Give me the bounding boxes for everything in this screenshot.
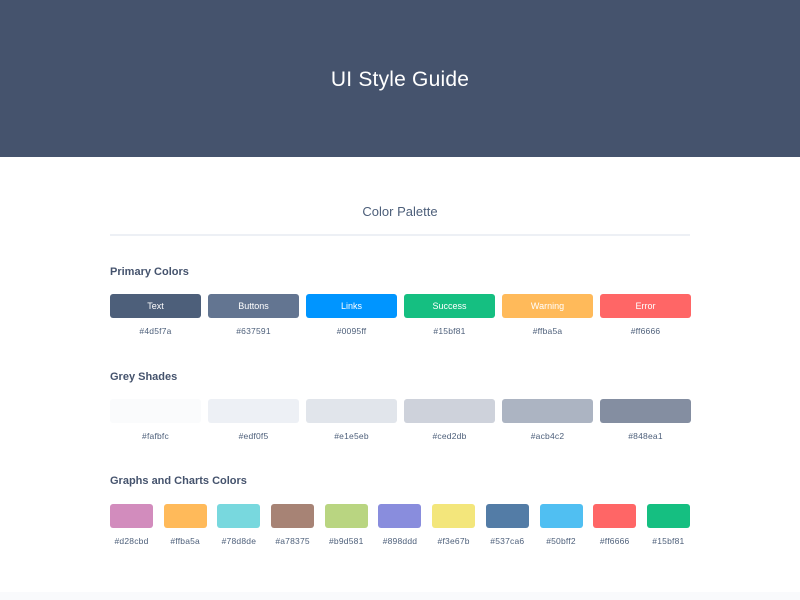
swatch-item: #848ea1 xyxy=(600,399,691,441)
swatch-item: #ff6666 xyxy=(593,504,637,546)
swatch-item: #d28cbd xyxy=(110,504,153,546)
swatch-hex: #ffba5a xyxy=(532,326,563,336)
swatch-item: #78d8de xyxy=(217,504,261,546)
swatch-hex: #edf0f5 xyxy=(238,431,269,441)
section-heading-color-palette: Color Palette xyxy=(362,204,438,219)
swatch-item: #a78375 xyxy=(271,504,315,546)
swatch-item: #15bf81 xyxy=(646,504,690,546)
swatch-item: Error #ff6666 xyxy=(600,294,691,336)
swatch-item: Text #4d5f7a xyxy=(110,294,201,336)
swatch-hex: #f3e67b xyxy=(437,536,470,546)
swatch-hex: #e1e5eb xyxy=(334,431,369,441)
swatch-hex: #898ddd xyxy=(382,536,418,546)
swatch-chart xyxy=(271,504,315,528)
swatch-chart xyxy=(539,504,583,528)
swatch-item: #50bff2 xyxy=(539,504,583,546)
swatch-item: #ffba5a xyxy=(163,504,207,546)
swatch-item: #898ddd xyxy=(378,504,422,546)
swatch-grey xyxy=(110,399,201,423)
swatch-chart xyxy=(485,504,529,528)
swatch-hex: #15bf81 xyxy=(652,536,685,546)
group-title-charts: Graphs and Charts Colors xyxy=(110,475,247,487)
swatch-item: Links #0095ff xyxy=(306,294,397,336)
group-title-primary: Primary Colors xyxy=(110,266,189,278)
swatch-item: #fafbfc xyxy=(110,399,201,441)
swatch-grey xyxy=(600,399,691,423)
swatch-hex: #4d5f7a xyxy=(139,326,172,336)
divider xyxy=(110,234,690,236)
charts-swatch-row: #d28cbd #ffba5a #78d8de #a78375 #b9d581 … xyxy=(110,504,690,546)
swatch-chart xyxy=(593,504,637,528)
swatch-hex: #a78375 xyxy=(275,536,310,546)
swatch-chart xyxy=(378,504,422,528)
swatch-hex: #848ea1 xyxy=(628,431,663,441)
swatch-item: Warning #ffba5a xyxy=(502,294,593,336)
swatch-item: #ced2db xyxy=(404,399,495,441)
swatch-hex: #b9d581 xyxy=(329,536,364,546)
primary-swatch-row: Text #4d5f7a Buttons #637591 Links #0095… xyxy=(110,294,691,336)
swatch-hex: #15bf81 xyxy=(433,326,466,336)
swatch-hex: #537ca6 xyxy=(490,536,525,546)
swatch-hex: #0095ff xyxy=(336,326,367,336)
swatch-item: #acb4c2 xyxy=(502,399,593,441)
swatch-item: #e1e5eb xyxy=(306,399,397,441)
swatch-warning: Warning xyxy=(502,294,593,318)
swatch-chart xyxy=(217,504,261,528)
swatch-links: Links xyxy=(306,294,397,318)
grey-swatch-row: #fafbfc #edf0f5 #e1e5eb #ced2db #acb4c2 … xyxy=(110,399,691,441)
page-title: UI Style Guide xyxy=(330,68,470,91)
swatch-chart xyxy=(163,504,207,528)
swatch-hex: #ced2db xyxy=(432,431,467,441)
swatch-hex: #ff6666 xyxy=(630,326,661,336)
swatch-item: #b9d581 xyxy=(324,504,368,546)
swatch-hex: #d28cbd xyxy=(114,536,149,546)
swatch-hex: #50bff2 xyxy=(546,536,576,546)
swatch-hex: #ffba5a xyxy=(170,536,200,546)
swatch-chart xyxy=(324,504,368,528)
swatch-grey xyxy=(208,399,299,423)
hero-banner: UI Style Guide xyxy=(0,0,800,157)
swatch-hex: #637591 xyxy=(236,326,271,336)
swatch-item: #537ca6 xyxy=(485,504,529,546)
swatch-chart xyxy=(110,504,153,528)
swatch-hex: #fafbfc xyxy=(142,431,169,441)
bottom-strip xyxy=(0,592,800,600)
group-title-grey: Grey Shades xyxy=(110,371,178,383)
swatch-chart xyxy=(432,504,476,528)
swatch-hex: #acb4c2 xyxy=(530,431,565,441)
swatch-hex: #78d8de xyxy=(221,536,257,546)
swatch-grey xyxy=(404,399,495,423)
swatch-grey xyxy=(502,399,593,423)
swatch-buttons: Buttons xyxy=(208,294,299,318)
swatch-item: Buttons #637591 xyxy=(208,294,299,336)
swatch-text: Text xyxy=(110,294,201,318)
swatch-chart xyxy=(646,504,690,528)
swatch-item: #f3e67b xyxy=(432,504,476,546)
swatch-success: Success xyxy=(404,294,495,318)
swatch-hex: #ff6666 xyxy=(599,536,630,546)
swatch-item: Success #15bf81 xyxy=(404,294,495,336)
swatch-error: Error xyxy=(600,294,691,318)
swatch-item: #edf0f5 xyxy=(208,399,299,441)
swatch-grey xyxy=(306,399,397,423)
